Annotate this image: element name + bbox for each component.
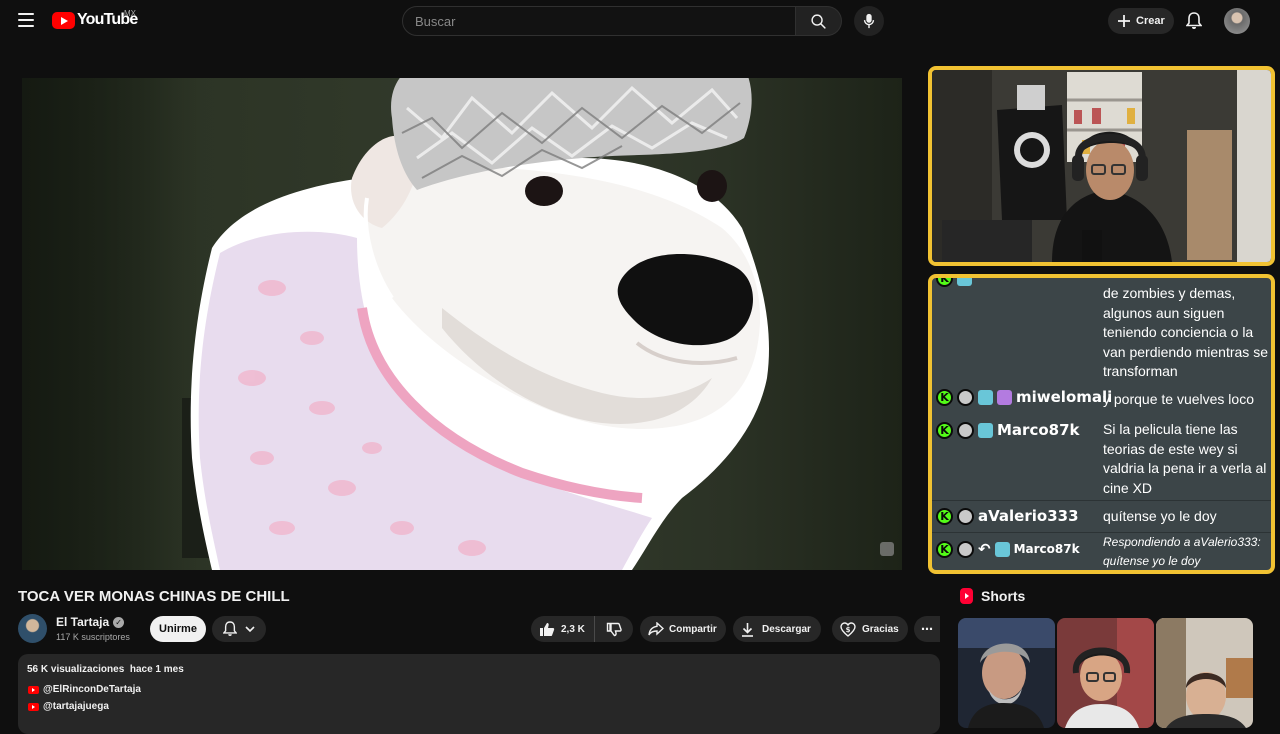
kick-badge-icon: K (936, 388, 953, 406)
chat-message-2: K miwelomali (936, 388, 1112, 406)
short-thumbnail-image (1156, 618, 1253, 728)
thumbs-down-icon (606, 622, 622, 636)
subscription-notifications-button[interactable] (212, 616, 266, 642)
description-link[interactable]: @tartajajuega (28, 701, 109, 712)
chat-message-text: Si la pelicula tiene las teorias de este… (1103, 421, 1267, 496)
chat-username: Marco87k (997, 421, 1080, 439)
youtube-mini-icon (28, 685, 39, 694)
dislike-button[interactable] (595, 622, 633, 637)
video-watermark-icon (880, 542, 894, 556)
chat-reply-text: Respondiendo a aValerio333: quítense yo … (1103, 535, 1261, 568)
chat-message-text: y porque te vuelves loco (1103, 391, 1254, 407)
join-button[interactable]: Unirme (150, 616, 206, 642)
shorts-title: Shorts (981, 588, 1026, 604)
streamer-webcam (928, 66, 1275, 266)
youtube-mini-icon (28, 702, 39, 711)
channel-link-1[interactable]: @ElRinconDeTartaja (43, 684, 141, 695)
search-box (402, 6, 796, 36)
video-stats: 56 K visualizaciones hace 1 mes (27, 664, 184, 675)
reply-arrow-icon: ↶ (978, 540, 991, 558)
chevron-down-icon (245, 625, 255, 632)
chat-username: Marco87k (1013, 542, 1080, 556)
short-thumbnail-image (958, 618, 1055, 728)
chat-username: aValerio333 (978, 507, 1079, 525)
like-button[interactable]: 2,3 K (531, 616, 595, 642)
short-thumbnail-3[interactable] (1156, 618, 1253, 728)
bell-icon (223, 621, 237, 636)
user-badge-icon (957, 507, 974, 525)
subscriber-badge-icon (994, 541, 1010, 557)
user-badge-icon (957, 421, 974, 439)
bell-icon (1186, 12, 1202, 29)
description-box[interactable]: 56 K visualizaciones hace 1 mes @ElRinco… (18, 654, 940, 734)
notifications-button[interactable] (1185, 11, 1203, 31)
channel-name[interactable]: El Tartaja (56, 615, 109, 629)
view-count: 56 K visualizaciones (27, 664, 125, 675)
kick-badge-icon: K (936, 507, 953, 525)
chat-username: miwelomali (1016, 388, 1113, 406)
dog-with-foil-hat-image (190, 78, 770, 570)
streamer-webcam-scene (932, 70, 1271, 262)
gift-badge-icon (997, 389, 1012, 405)
chat-message-1: K (936, 278, 972, 287)
chat-message-4: K aValerio333 (936, 507, 1079, 525)
channel-name-row[interactable]: El Tartaja ✓ (56, 615, 125, 629)
kick-badge-icon: K (936, 540, 953, 558)
chat-message-5: K ↶ Marco87k (936, 540, 1080, 558)
subscriber-count: 117 K suscriptores (56, 632, 130, 642)
subscriber-badge-icon (978, 422, 993, 438)
stream-chat-overlay: K de zombies y demas, algunos aun siguen… (928, 274, 1275, 574)
voice-search-button[interactable] (854, 6, 884, 36)
like-dislike-group: 2,3 K (531, 616, 633, 642)
share-icon (648, 622, 664, 636)
description-link[interactable]: @ElRinconDeTartaja (28, 684, 141, 695)
verified-icon: ✓ (113, 616, 125, 628)
thanks-button[interactable]: $ Gracias (832, 616, 908, 642)
kick-badge-icon: K (936, 421, 953, 439)
video-player[interactable] (22, 78, 902, 570)
short-thumbnail-2[interactable] (1057, 618, 1154, 728)
search-icon (811, 13, 826, 29)
download-button[interactable]: Descargar (733, 616, 821, 642)
share-button[interactable]: Compartir (640, 616, 726, 642)
create-label: Crear (1136, 15, 1165, 27)
channel-avatar[interactable] (18, 614, 47, 643)
youtube-play-icon (52, 11, 75, 29)
user-badge-icon (957, 540, 974, 558)
top-bar: YouTube MX Crear (0, 0, 1280, 42)
user-badge-icon (957, 388, 974, 406)
chat-message-text: quítense yo le doy (1103, 508, 1217, 524)
create-button[interactable]: Crear (1108, 8, 1174, 34)
chat-message-3: K Marco87k (936, 421, 1080, 439)
share-label: Compartir (669, 623, 717, 635)
download-label: Descargar (762, 623, 811, 635)
svg-text:$: $ (846, 626, 851, 634)
kick-badge-icon: K (936, 278, 953, 287)
video-title: TOCA VER MONAS CHINAS DE CHILL (18, 588, 290, 605)
more-icon: ⋯ (921, 622, 933, 636)
shorts-heading: Shorts (960, 588, 1025, 604)
microphone-icon (863, 13, 875, 29)
heart-dollar-icon: $ (840, 621, 856, 637)
download-icon (742, 622, 753, 637)
plus-icon (1118, 15, 1130, 27)
thanks-label: Gracias (862, 623, 899, 635)
search-input[interactable] (415, 13, 795, 29)
account-avatar[interactable] (1224, 8, 1250, 34)
chat-divider (932, 500, 1271, 501)
subscriber-badge-icon (978, 389, 993, 405)
short-thumbnail-image (1057, 618, 1154, 728)
thumbs-up-icon (540, 622, 555, 636)
upload-date: hace 1 mes (129, 664, 184, 675)
menu-icon[interactable] (18, 13, 34, 27)
chat-message-text: de zombies y demas, algunos aun siguen t… (1103, 285, 1268, 379)
subscriber-badge-icon (957, 278, 972, 286)
like-count: 2,3 K (561, 623, 585, 635)
country-code: MX (124, 9, 136, 18)
channel-link-2[interactable]: @tartajajuega (43, 701, 109, 712)
shorts-icon (960, 588, 973, 604)
more-actions-button[interactable]: ⋯ (914, 616, 940, 642)
short-thumbnail-1[interactable] (958, 618, 1055, 728)
search-button[interactable] (796, 6, 842, 36)
